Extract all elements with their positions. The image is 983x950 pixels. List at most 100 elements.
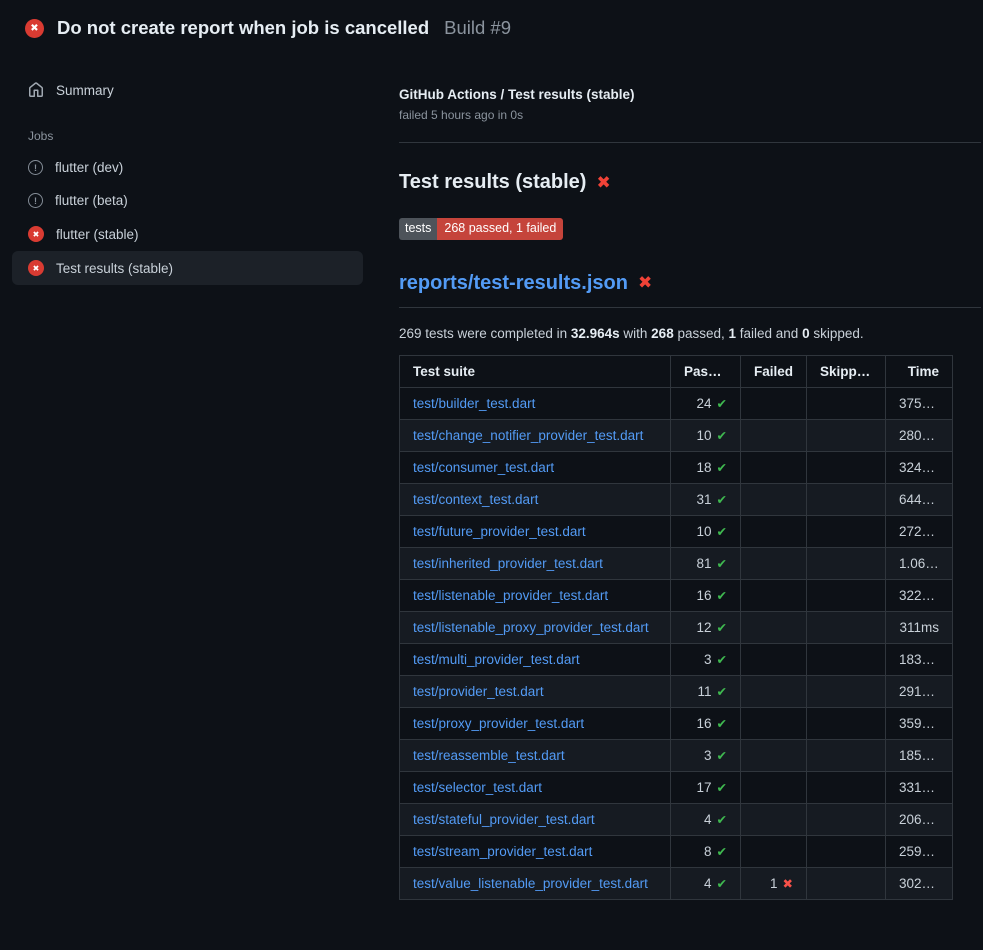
failed-status-icon: ✖ bbox=[28, 260, 44, 276]
check-icon: ✔ bbox=[717, 621, 727, 635]
skipped-cell bbox=[807, 483, 886, 515]
suite-link[interactable]: test/selector_test.dart bbox=[413, 780, 542, 795]
passed-cell-value: 10 bbox=[696, 428, 711, 443]
suite-link[interactable]: test/value_listenable_provider_test.dart bbox=[413, 876, 648, 891]
suite-link[interactable]: test/builder_test.dart bbox=[413, 396, 535, 411]
col-header-test-suite: Test suite bbox=[400, 355, 671, 387]
table-row: test/selector_test.dart 17✔ 331ms bbox=[400, 771, 953, 803]
cross-icon: ✖ bbox=[783, 877, 793, 891]
skipped-cell bbox=[807, 867, 886, 899]
skipped-cell bbox=[807, 835, 886, 867]
check-icon: ✔ bbox=[717, 749, 727, 763]
suite-link[interactable]: test/stream_provider_test.dart bbox=[413, 844, 592, 859]
summary-passed-count: 268 bbox=[651, 326, 674, 341]
suite-cell: test/proxy_provider_test.dart bbox=[400, 707, 671, 739]
check-icon: ✔ bbox=[717, 557, 727, 571]
suite-cell: test/multi_provider_test.dart bbox=[400, 643, 671, 675]
passed-cell: 16✔ bbox=[671, 579, 741, 611]
suite-link[interactable]: test/listenable_proxy_provider_test.dart bbox=[413, 620, 649, 635]
main-panel: GitHub Actions / Test results (stable) f… bbox=[375, 51, 983, 924]
run-meta: failed 5 hours ago in 0s bbox=[399, 108, 981, 122]
check-icon: ✔ bbox=[717, 685, 727, 699]
time-cell: 644ms bbox=[886, 483, 953, 515]
suite-cell: test/listenable_provider_test.dart bbox=[400, 579, 671, 611]
skipped-cell bbox=[807, 707, 886, 739]
build-number: Build #9 bbox=[444, 17, 511, 39]
skipped-cell bbox=[807, 515, 886, 547]
failed-cell-value: 1 bbox=[770, 876, 778, 891]
table-row: test/inherited_provider_test.dart81✔1.06… bbox=[400, 547, 953, 579]
passed-cell: 3✔ bbox=[671, 643, 741, 675]
failed-cell bbox=[741, 771, 807, 803]
suite-cell: test/builder_test.dart bbox=[400, 387, 671, 419]
sidebar-item-summary[interactable]: Summary bbox=[12, 73, 363, 107]
skipped-cell bbox=[807, 547, 886, 579]
failed-cell bbox=[741, 739, 807, 771]
failed-cell bbox=[741, 483, 807, 515]
passed-cell-value: 4 bbox=[704, 812, 712, 827]
check-icon: ✔ bbox=[717, 845, 727, 859]
table-header-row: Test suite Passed Failed Skipped Time bbox=[400, 355, 953, 387]
results-table-body: test/builder_test.dart24✔375mstest/chang… bbox=[400, 387, 953, 899]
passed-cell: 10✔ bbox=[671, 419, 741, 451]
sidebar-item-flutter-dev[interactable]: ! flutter (dev) bbox=[12, 151, 363, 184]
section-title-text: Test results (stable) bbox=[399, 171, 586, 194]
passed-cell: 81 ✔ bbox=[671, 547, 741, 579]
passed-cell-value: 11 bbox=[698, 684, 712, 699]
passed-cell: 17✔ bbox=[671, 771, 741, 803]
suite-cell: test/stream_provider_test.dart bbox=[400, 835, 671, 867]
passed-cell: 8✔ bbox=[671, 835, 741, 867]
home-icon bbox=[28, 82, 44, 98]
passed-cell: 11 ✔ bbox=[671, 675, 741, 707]
test-summary-line: 269 tests were completed in 32.964s with… bbox=[399, 326, 981, 341]
table-row: test/change_notifier_provider_test.dart 1… bbox=[400, 419, 953, 451]
suite-cell: test/context_test.dart bbox=[400, 483, 671, 515]
sidebar-item-label: Summary bbox=[56, 83, 114, 98]
time-cell: 331ms bbox=[886, 771, 953, 803]
passed-cell: 16✔ bbox=[671, 707, 741, 739]
table-row: test/consumer_test.dart18✔324ms bbox=[400, 451, 953, 483]
suite-link[interactable]: test/inherited_provider_test.dart bbox=[413, 556, 603, 571]
time-cell: 272ms bbox=[886, 515, 953, 547]
passed-cell: 18✔ bbox=[671, 451, 741, 483]
sidebar-item-flutter-beta[interactable]: ! flutter (beta) bbox=[12, 184, 363, 217]
suite-link[interactable]: test/future_provider_test.dart bbox=[413, 524, 586, 539]
suite-link[interactable]: test/consumer_test.dart bbox=[413, 460, 554, 475]
time-cell: 259ms bbox=[886, 835, 953, 867]
suite-link[interactable]: test/stateful_provider_test.dart bbox=[413, 812, 595, 827]
summary-text: passed, bbox=[674, 326, 729, 341]
suite-cell: test/value_listenable_provider_test.dart bbox=[400, 867, 671, 899]
suite-link[interactable]: test/reassemble_test.dart bbox=[413, 748, 565, 763]
badge-label: tests bbox=[399, 218, 437, 240]
neutral-status-icon: ! bbox=[28, 193, 43, 208]
sidebar-item-test-results-stable[interactable]: ✖ Test results (stable) bbox=[12, 251, 363, 285]
time-cell: 185ms bbox=[886, 739, 953, 771]
skipped-cell bbox=[807, 611, 886, 643]
summary-text: with bbox=[620, 326, 652, 341]
report-link[interactable]: reports/test-results.json bbox=[399, 272, 628, 295]
divider bbox=[399, 142, 981, 143]
skipped-cell bbox=[807, 739, 886, 771]
suite-link[interactable]: test/change_notifier_provider_test.dart bbox=[413, 428, 643, 443]
time-cell: 311ms bbox=[886, 611, 953, 643]
skipped-cell bbox=[807, 771, 886, 803]
suite-link[interactable]: test/context_test.dart bbox=[413, 492, 538, 507]
summary-text: 269 tests were completed in bbox=[399, 326, 571, 341]
table-row: test/stream_provider_test.dart 8✔ 259ms bbox=[400, 835, 953, 867]
passed-cell-value: 17 bbox=[696, 780, 711, 795]
suite-link[interactable]: test/multi_provider_test.dart bbox=[413, 652, 580, 667]
passed-cell-value: 81 bbox=[696, 556, 711, 571]
sidebar-item-flutter-stable[interactable]: ✖ flutter (stable) bbox=[12, 217, 363, 251]
check-icon: ✔ bbox=[717, 653, 727, 667]
time-cell: 322ms bbox=[886, 579, 953, 611]
suite-link[interactable]: test/provider_test.dart bbox=[413, 684, 544, 699]
suite-link[interactable]: test/proxy_provider_test.dart bbox=[413, 716, 584, 731]
sidebar-item-label: flutter (beta) bbox=[55, 193, 128, 208]
check-icon: ✔ bbox=[717, 493, 727, 507]
sidebar-item-label: flutter (dev) bbox=[55, 160, 123, 175]
passed-cell-value: 12 bbox=[696, 620, 711, 635]
suite-link[interactable]: test/listenable_provider_test.dart bbox=[413, 588, 608, 603]
table-row: test/future_provider_test.dart10✔272ms bbox=[400, 515, 953, 547]
summary-skipped-count: 0 bbox=[802, 326, 810, 341]
passed-cell: 31✔ bbox=[671, 483, 741, 515]
